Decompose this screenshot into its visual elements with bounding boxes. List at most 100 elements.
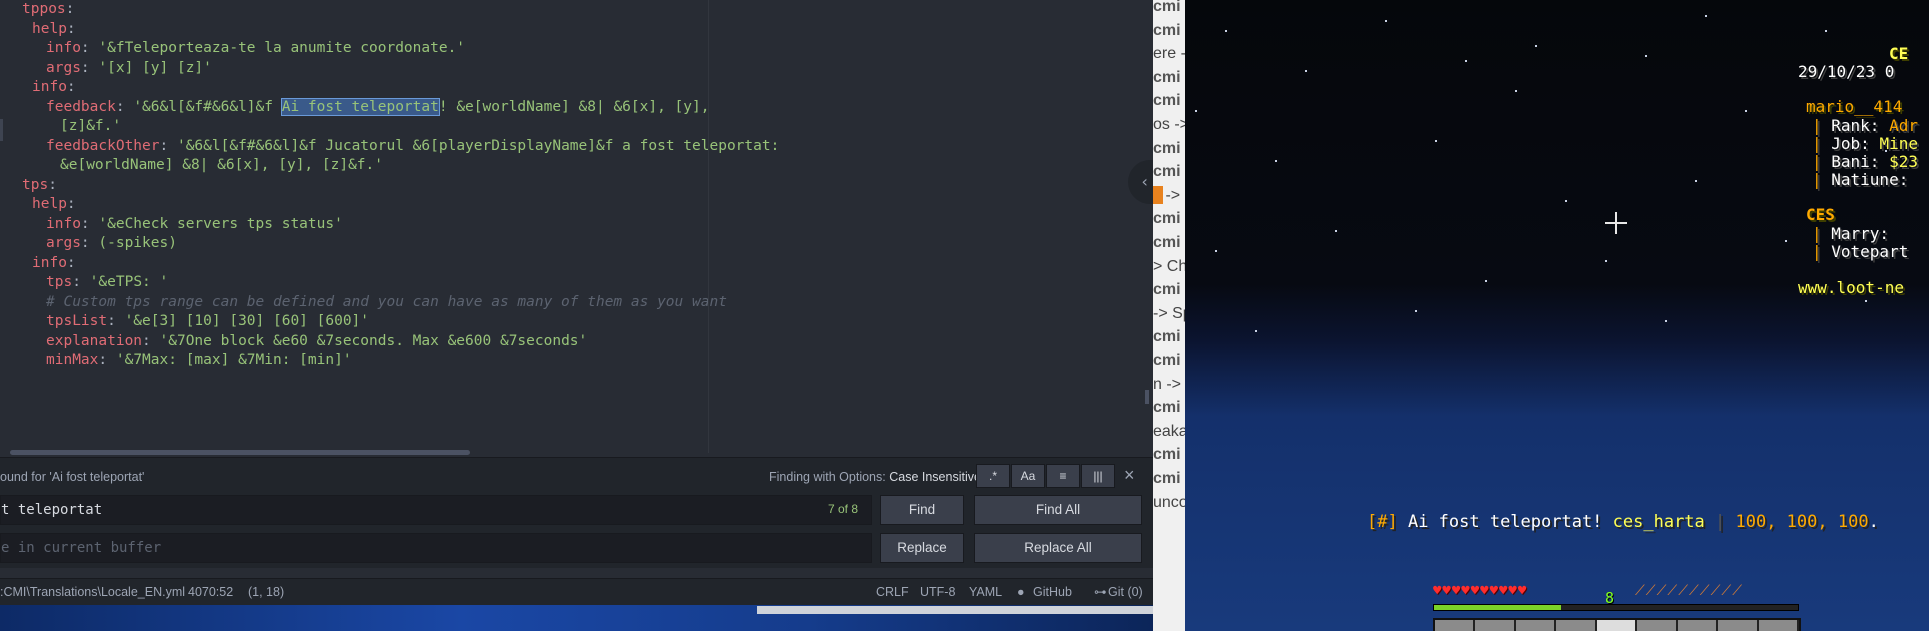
regex-toggle-button[interactable]: .* <box>976 464 1010 488</box>
code-token: info <box>32 254 67 271</box>
console-line: cmi <box>1153 281 1181 299</box>
grammar-selector[interactable]: YAML <box>969 579 1002 605</box>
scoreboard: CE 29/10/23 0 mario__414 | Rank: Adr | J… <box>1798 40 1929 300</box>
console-line: n -> <box>1153 375 1182 393</box>
star <box>1535 45 1537 47</box>
chat-message: [#] Ai fost teleportat! ces_harta | 100,… <box>1367 512 1879 532</box>
console-line: cmi <box>1153 21 1181 39</box>
close-icon[interactable]: × <box>1124 466 1135 484</box>
star <box>1515 90 1517 92</box>
github-icon[interactable]: ● <box>1017 579 1025 605</box>
code-editor: tppos: help: info: '&fTeleporteaza-te la a… <box>0 0 1153 631</box>
scoreboard-section: CES <box>1806 205 1835 224</box>
file-encoding[interactable]: UTF-8 <box>920 579 955 605</box>
code-line[interactable]: feedback: '&6&l[&f#&6&l]&f Ai fost telep… <box>46 95 709 119</box>
code-token: help <box>32 20 67 37</box>
votepart-label: Votepart <box>1831 242 1909 261</box>
code-token: : <box>48 176 57 193</box>
code-token: tpsList <box>46 313 108 329</box>
code-line[interactable]: &e[worldName] &8| &6[x], [y], [z]&f.' <box>60 153 383 177</box>
case-sensitive-toggle-button[interactable]: Aa <box>1011 464 1045 488</box>
code-token: info <box>46 40 81 56</box>
code-token: (-spikes) <box>98 235 177 251</box>
console-line: cmi <box>1153 92 1181 110</box>
git-tab[interactable]: Git (0) <box>1108 579 1143 605</box>
wrap-guide <box>708 0 709 453</box>
code-token: : <box>159 137 177 154</box>
hotbar-slot[interactable] <box>1435 620 1476 631</box>
code-token: : <box>66 20 76 37</box>
hotbar-slot[interactable] <box>1637 620 1678 631</box>
vertical-scrollbar[interactable] <box>1145 390 1149 404</box>
code-line[interactable]: minMax: '&7Max: [max] &7Min: [min]' <box>46 348 352 372</box>
horizontal-scrollbar[interactable] <box>10 450 470 455</box>
scoreboard-votepart: | Votepart <box>1812 242 1909 261</box>
hotbar-slot[interactable] <box>1515 620 1557 631</box>
find-result-count: 7 of 8 <box>828 502 859 516</box>
code-area[interactable]: tppos: help: info: '&fTeleporteaza-te la a… <box>0 0 1153 453</box>
star <box>1825 30 1827 32</box>
code-token: args <box>46 235 81 251</box>
code-token: tps <box>46 274 73 290</box>
code-token: : <box>80 235 99 251</box>
xp-bar-fill <box>1434 605 1562 610</box>
code-token: '&eTPS: ' <box>89 274 169 290</box>
star <box>1215 250 1217 252</box>
hotbar-slot[interactable] <box>1677 620 1719 631</box>
server-console: cmi cmi ere - cmi cmi os -> cmi cmi s -> cmi cmi > … <box>1153 0 1185 631</box>
console-line: cmi <box>1153 0 1181 15</box>
console-warning-marker <box>1153 186 1163 204</box>
code-token: '&6&l[&f#&6&l]&f Jucatorul &6[playerDisp… <box>176 137 780 154</box>
star <box>1465 60 1467 62</box>
code-token: help <box>32 196 67 212</box>
find-replace-panel: ound for 'Ai fost teleportat' Finding wi… <box>0 457 1153 568</box>
code-token: : <box>66 254 76 271</box>
scoreboard-title: CE <box>1889 44 1909 63</box>
star <box>1225 30 1227 32</box>
code-token: : <box>115 98 134 115</box>
hotbar-slot[interactable] <box>1718 620 1759 631</box>
star <box>1485 280 1487 282</box>
replace-button[interactable]: Replace <box>880 533 964 563</box>
in-selection-toggle-button[interactable]: ≡ <box>1046 464 1080 488</box>
hotbar[interactable] <box>1433 618 1801 631</box>
github-tab[interactable]: GitHub <box>1033 579 1072 605</box>
hotbar-slot[interactable] <box>1475 620 1516 631</box>
code-token: : <box>65 1 75 17</box>
whole-word-toggle-button[interactable]: ||| <box>1081 464 1115 488</box>
file-path[interactable]: :CMI\Translations\Locale_EN.yml <box>0 579 185 605</box>
replace-input[interactable]: e in current buffer <box>0 533 872 563</box>
minecraft-game-view: CE 29/10/23 0 mario__414 | Rank: Adr | J… <box>1185 0 1929 631</box>
code-token: feedback <box>46 98 116 115</box>
code-token: : <box>98 352 116 368</box>
find-button[interactable]: Find <box>880 495 964 525</box>
star <box>1695 180 1697 182</box>
scoreboard-marry: | Marry: <box>1812 224 1890 243</box>
code-token: '&7Max: [max] &7Min: [min]' <box>115 352 352 368</box>
rank-value: Adr <box>1889 116 1918 135</box>
line-ending[interactable]: CRLF <box>876 579 909 605</box>
scoreboard-natiune: | Natiune: <box>1812 170 1909 189</box>
marry-label: Marry: <box>1831 224 1890 243</box>
chat-period: . <box>1868 512 1879 532</box>
hotbar-slot-selected[interactable] <box>1596 620 1638 631</box>
cursor-position[interactable]: 4070:52 <box>188 579 233 605</box>
find-options-caption: Finding with Options: <box>769 470 886 484</box>
find-options-label: Finding with Options: Case Insensitive <box>769 470 981 484</box>
code-token: : <box>80 59 99 76</box>
health-hearts-icon: ♥♥♥♥♥♥♥♥♥♥ <box>1433 583 1528 599</box>
git-icon[interactable]: ⊶ <box>1094 579 1107 605</box>
hotbar-slot[interactable] <box>1758 620 1799 631</box>
console-line: os -> <box>1153 116 1185 133</box>
replace-all-button[interactable]: Replace All <box>974 533 1142 563</box>
scoreboard-url: www.loot-ne <box>1798 278 1904 297</box>
code-token: tppos <box>22 1 66 17</box>
find-all-button[interactable]: Find All <box>974 495 1142 525</box>
code-token: '&fTeleporteaza-te la anumite coordonate… <box>98 40 466 56</box>
code-token: : <box>142 332 160 349</box>
hotbar-slot[interactable] <box>1556 620 1597 631</box>
code-token: '&eCheck servers tps status' <box>98 215 343 232</box>
search-match-highlight: Ai fost teleportat <box>280 97 440 116</box>
code-token: [z]&f.' <box>60 118 122 134</box>
find-input[interactable]: t teleportat <box>0 495 872 525</box>
